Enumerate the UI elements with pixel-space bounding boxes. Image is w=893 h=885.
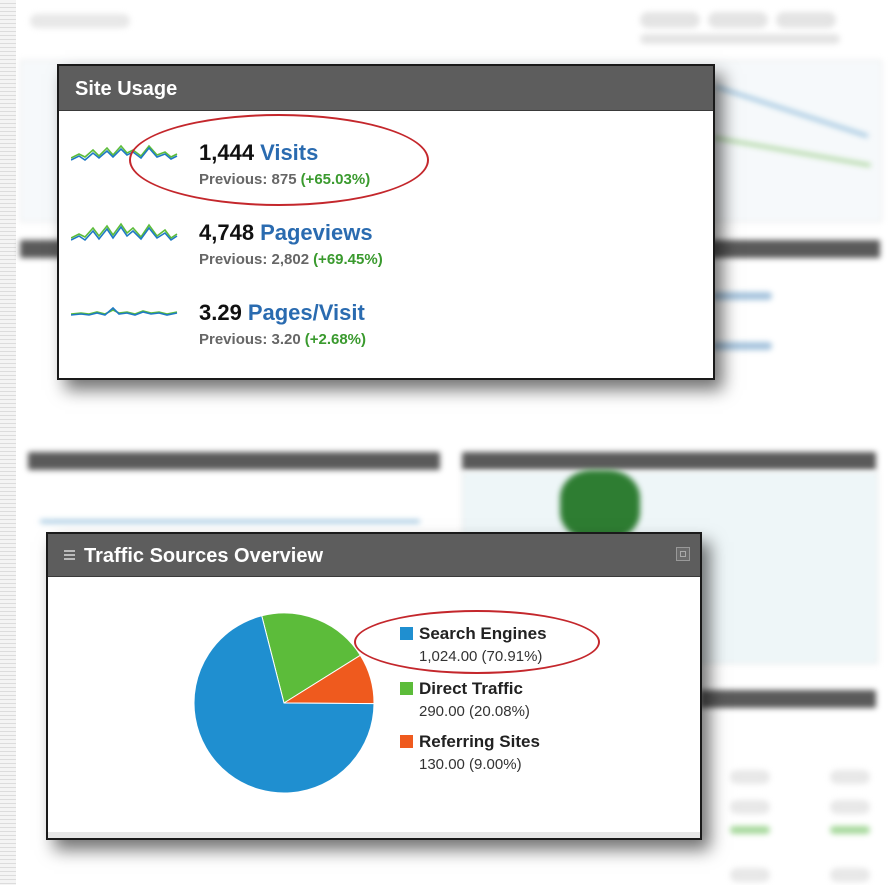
legend-referring-sites[interactable]: Referring Sites 130.00 (9.00%) — [400, 732, 540, 773]
referring-sites-label: Referring Sites — [419, 732, 540, 751]
traffic-sources-footer — [48, 832, 700, 838]
pages-per-visit-value: 3.29 — [199, 300, 242, 325]
referring-sites-swatch — [400, 735, 413, 748]
search-engines-highlight-ellipse — [354, 610, 600, 674]
pageviews-link[interactable]: Pageviews — [260, 220, 373, 245]
pages-per-visit-change: (+2.68%) — [304, 331, 367, 348]
visits-highlight-ellipse — [129, 114, 429, 206]
background-green-pill — [730, 826, 770, 834]
traffic-pie-chart — [193, 612, 375, 794]
background-panel-header — [462, 452, 876, 470]
background-date-pill — [708, 12, 768, 28]
site-usage-panel: Site Usage 1,444 Visits Previous: 875 (+65… — [57, 64, 715, 380]
traffic-sources-title: Traffic Sources Overview — [84, 545, 324, 567]
pages-per-visit-sparkline — [71, 306, 178, 316]
background-panel-header — [700, 690, 876, 708]
background-title-block — [30, 14, 130, 28]
traffic-sources-header: Traffic Sources Overview — [48, 534, 700, 577]
traffic-sources-panel: Traffic Sources Overview Search Engines … — [46, 532, 702, 840]
background-oval — [730, 800, 770, 814]
background-date-pill — [776, 12, 836, 28]
legend-direct-traffic[interactable]: Direct Traffic 290.00 (20.08%) — [400, 679, 530, 720]
background-scroll-stripe — [0, 0, 16, 885]
maximize-icon[interactable] — [676, 547, 690, 561]
background-date-row — [640, 34, 840, 44]
background-oval — [730, 868, 770, 882]
pageviews-metric: 4,748 Pageviews Previous: 2,802 (+69.45%) — [199, 220, 383, 268]
site-usage-title: Site Usage — [59, 66, 713, 111]
pageviews-sparkline — [71, 222, 178, 242]
background-green-pill — [830, 826, 870, 834]
background-oval — [730, 770, 770, 784]
direct-traffic-swatch — [400, 682, 413, 695]
referring-sites-value: 130.00 (9.00%) — [419, 756, 522, 773]
pageviews-change: (+69.45%) — [313, 251, 383, 268]
pages-per-visit-metric: 3.29 Pages/Visit Previous: 3.20 (+2.68%) — [199, 300, 366, 348]
background-date-pill — [640, 12, 700, 28]
background-oval — [830, 770, 870, 784]
pageviews-previous: Previous: 2,802 — [199, 251, 310, 268]
background-map-region — [560, 470, 640, 540]
background-graph-line — [40, 520, 420, 523]
pageviews-value: 4,748 — [199, 220, 255, 245]
direct-traffic-label: Direct Traffic — [419, 679, 523, 698]
background-text — [712, 342, 772, 350]
pages-per-visit-link[interactable]: Pages/Visit — [248, 300, 365, 325]
pages-per-visit-previous: Previous: 3.20 — [199, 331, 301, 348]
background-text — [712, 292, 772, 300]
background-oval — [830, 868, 870, 882]
direct-traffic-value: 290.00 (20.08%) — [419, 703, 530, 720]
background-oval — [830, 800, 870, 814]
drag-handle-icon[interactable] — [64, 550, 75, 561]
background-panel-header — [28, 452, 440, 470]
